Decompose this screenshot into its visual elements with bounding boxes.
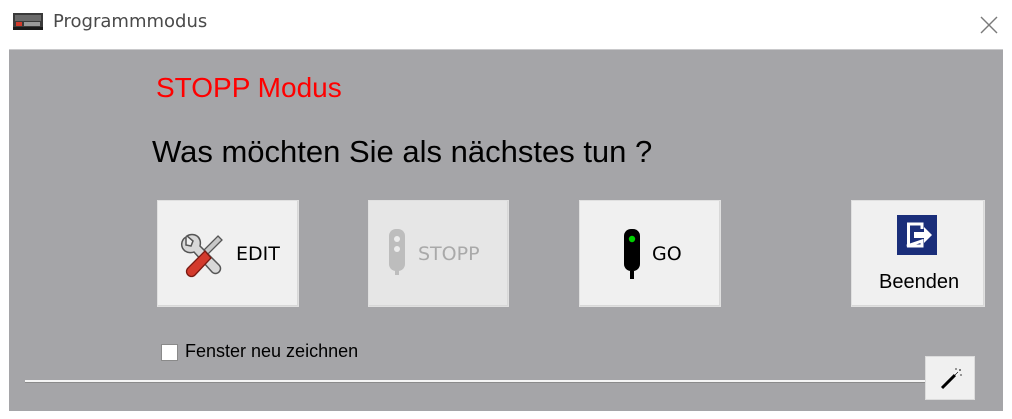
stopp-button-label: STOPP bbox=[418, 243, 480, 265]
tools-icon bbox=[181, 233, 223, 278]
magic-wand-icon bbox=[940, 368, 962, 390]
checkbox-box[interactable] bbox=[161, 344, 178, 361]
redraw-window-label: Fenster neu zeichnen bbox=[185, 341, 359, 361]
program-mode-window: Programmmodus STOPP Modus Was möchten Si… bbox=[0, 0, 1012, 419]
exit-icon bbox=[897, 215, 937, 255]
mode-title: STOPP Modus bbox=[156, 72, 342, 103]
locomotive-icon bbox=[13, 13, 43, 30]
dialog-body: STOPP Modus Was möchten Sie als nächstes… bbox=[9, 49, 1003, 411]
stop-signal-icon bbox=[389, 229, 405, 275]
edit-button[interactable]: EDIT bbox=[157, 200, 299, 307]
magic-wand-button[interactable] bbox=[925, 356, 975, 400]
go-button[interactable]: GO bbox=[579, 200, 721, 307]
title-bar: Programmmodus bbox=[0, 0, 1012, 49]
question-text: Was möchten Sie als nächstes tun ? bbox=[152, 134, 653, 169]
stopp-button[interactable]: STOPP bbox=[368, 200, 509, 307]
close-icon[interactable] bbox=[972, 8, 1006, 42]
beenden-button[interactable]: Beenden bbox=[851, 200, 985, 307]
go-button-label: GO bbox=[652, 243, 682, 265]
separator-line bbox=[25, 380, 929, 383]
green-signal-icon bbox=[624, 229, 640, 279]
window-title: Programmmodus bbox=[53, 11, 208, 32]
edit-button-label: EDIT bbox=[236, 243, 280, 265]
beenden-button-label: Beenden bbox=[879, 271, 960, 293]
